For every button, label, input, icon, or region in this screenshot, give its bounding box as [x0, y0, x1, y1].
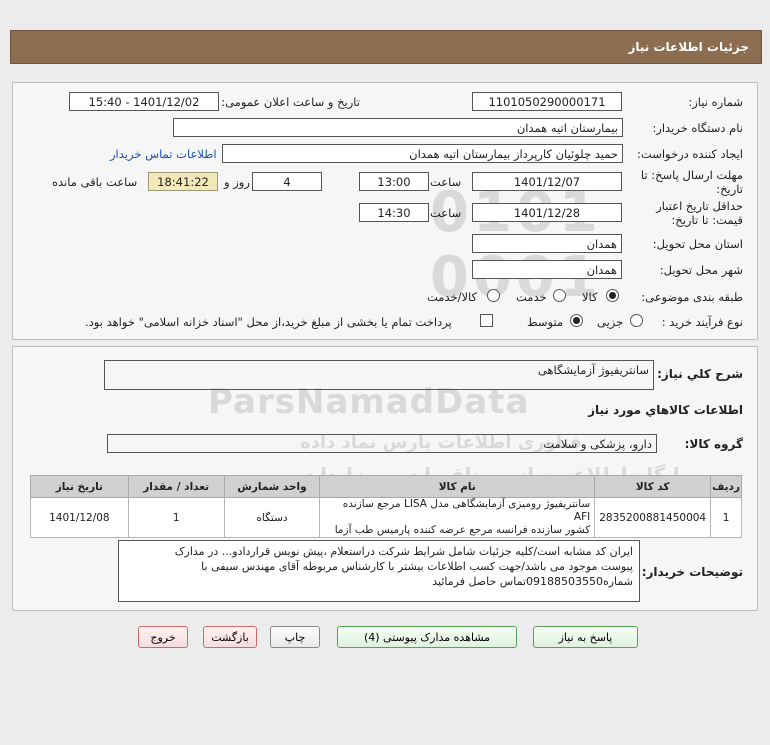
category-option-goods: کالا [582, 290, 598, 304]
announce-field: 1401/12/02 - 15:40 [69, 92, 219, 111]
exit-button[interactable]: خروج [138, 626, 188, 648]
deadline-label-1: مهلت ارسال پاسخ: تا [640, 168, 743, 182]
process-radio-medium[interactable] [570, 314, 583, 327]
cell-name-line2: کشور سازنده فرانسه مرجع عرضه کننده پارمی… [334, 524, 591, 536]
cell-row: 1 [710, 497, 742, 538]
treasury-payment-checkbox[interactable] [480, 314, 493, 327]
buyer-org-field: بیمارستان اتیه همدان [173, 118, 623, 137]
col-row-header: ردیف [710, 475, 742, 498]
remaining-time-field: 18:41:22 [148, 172, 218, 191]
goods-table: ردیف کد کالا نام کالا واحد شمارش تعداد /… [30, 475, 742, 538]
buyer-contact-link[interactable]: اطلاعات تماس خریدار [110, 147, 217, 161]
validity-time-field: 14:30 [359, 203, 429, 222]
back-button[interactable]: بازگشت [203, 626, 257, 648]
col-name-header: نام کالا [319, 475, 596, 498]
category-radio-goods[interactable] [606, 289, 619, 302]
table-header-row: ردیف کد کالا نام کالا واحد شمارش تعداد /… [30, 475, 742, 498]
cell-date: 1401/12/08 [30, 497, 129, 538]
reply-button[interactable]: پاسخ به نیاز [533, 626, 638, 648]
cell-name: سانتریفیوژ رومیزی آزمایشگاهی مدل LISA مر… [319, 497, 596, 538]
validity-time-label: ساعت [430, 206, 462, 220]
buyer-notes-line3: شماره09188503550تماس حاصل فرمائید [432, 575, 633, 588]
buyer-notes-label: توضیحات خریدار: [641, 565, 743, 579]
validity-label-2: قیمت: تا تاریخ: [671, 213, 743, 227]
deadline-time-field: 13:00 [359, 172, 429, 191]
days-label: روز و [224, 175, 250, 189]
goods-group-label: گروه کالا: [684, 437, 743, 451]
view-attachments-button[interactable]: مشاهده مدارک پیوستی (4) [337, 626, 517, 648]
page: جزئیات اطلاعات نیاز 01010001 شماره نیاز:… [0, 0, 770, 745]
col-date-header: تاریخ نیاز [30, 475, 129, 498]
need-number-field: 1101050290000171 [472, 92, 622, 111]
col-code-header: کد کالا [594, 475, 712, 498]
summary-label: شرح کلي نياز: [657, 367, 743, 381]
remaining-label: ساعت باقی مانده [52, 175, 138, 189]
announce-label: تاریخ و ساعت اعلان عمومی: [221, 95, 360, 109]
creator-label: ایجاد کننده درخواست: [637, 147, 743, 161]
process-radio-minor[interactable] [630, 314, 643, 327]
category-option-service: خدمت [516, 290, 547, 304]
validity-label-1: حداقل تاریخ اعتبار [656, 199, 743, 213]
deadline-time-label: ساعت [430, 175, 462, 189]
col-unit-header: واحد شمارش [223, 475, 321, 498]
page-header: جزئیات اطلاعات نیاز [10, 30, 762, 64]
buyer-notes-line2: پیوست موجود می باشد/جهت کسب اطلاعات بیشت… [201, 560, 633, 573]
page-title: جزئیات اطلاعات نیاز [628, 40, 749, 54]
goods-heading: اطلاعات کالاهاي مورد نياز [588, 403, 743, 417]
deadline-date-field: 1401/12/07 [472, 172, 622, 191]
category-label: طبقه بندی موضوعی: [641, 290, 743, 304]
deadline-label-2: تاریخ: [716, 182, 743, 196]
city-label: شهر محل تحویل: [659, 263, 743, 277]
validity-date-field: 1401/12/28 [472, 203, 622, 222]
treasury-payment-note: پرداخت تمام یا بخشی از مبلغ خرید،از محل … [85, 315, 452, 329]
city-field: همدان [472, 260, 622, 279]
print-button[interactable]: چاپ [270, 626, 320, 648]
province-label: استان محل تحویل: [652, 237, 743, 251]
buyer-org-label: نام دستگاه خریدار: [652, 121, 743, 135]
deadline-days-field: 4 [252, 172, 322, 191]
province-field: همدان [472, 234, 622, 253]
cell-code: 2835200881450004 [594, 497, 712, 538]
cell-qty: 1 [127, 497, 225, 538]
table-row[interactable]: 1 2835200881450004 سانتریفیوژ رومیزی آزم… [30, 497, 742, 538]
goods-group-field: دارو، پزشکی و سلامت [107, 434, 657, 453]
need-number-label: شماره نیاز: [688, 95, 743, 109]
buyer-notes-field: ایران کد مشابه است/کلیه جزئیات شامل شرای… [118, 540, 640, 602]
cell-unit: دستگاه [223, 497, 321, 538]
creator-field: حمید چلوئیان کارپرداز بیمارستان اتیه همد… [222, 144, 623, 163]
category-radio-both[interactable] [487, 289, 500, 302]
process-option-minor: جزیی [597, 315, 624, 329]
cell-name-line1: سانتریفیوژ رومیزی آزمایشگاهی مدل LISA مر… [342, 498, 591, 523]
process-option-medium: متوسط [527, 315, 564, 329]
summary-field: سانتریفیوژ آزمایشگاهی [104, 360, 654, 390]
category-option-both: کالا/خدمت [427, 290, 478, 304]
category-radio-service[interactable] [553, 289, 566, 302]
process-label: نوع فرآیند خرید : [661, 315, 743, 329]
col-qty-header: تعداد / مقدار [127, 475, 225, 498]
buyer-notes-line1: ایران کد مشابه است/کلیه جزئیات شامل شرای… [174, 545, 633, 558]
